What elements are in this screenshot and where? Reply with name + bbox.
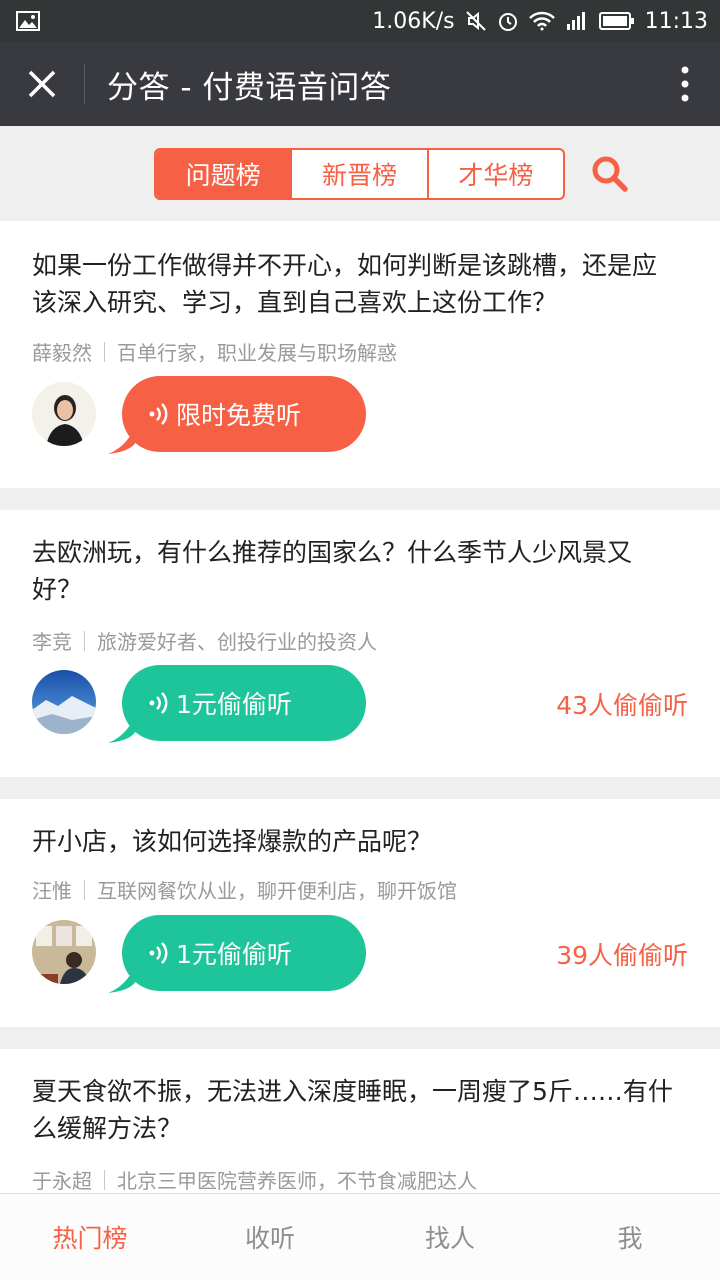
answerer-description: 互联网餐饮从业，聊开便利店，聊开饭馆 <box>97 879 457 903</box>
question-title[interactable]: 去欧洲玩，有什么推荐的国家么？什么季节人少风景又好？ <box>32 534 680 608</box>
page-title: 分答 - 付费语音问答 <box>107 69 392 106</box>
voice-wave-icon <box>148 691 172 715</box>
listen-button[interactable]: 限时免费听 <box>108 376 366 454</box>
status-bar: 1.06K/s 11:13 <box>0 0 720 42</box>
close-button[interactable] <box>0 42 84 126</box>
nav-find-people[interactable]: 找人 <box>360 1194 540 1280</box>
listen-button-label: 限时免费听 <box>176 401 302 430</box>
listener-count: 39人偷偷听 <box>556 941 688 970</box>
wifi-icon <box>528 11 555 31</box>
search-button[interactable] <box>590 154 634 198</box>
nav-listen[interactable]: 收听 <box>180 1194 360 1280</box>
meta-divider <box>104 1169 105 1190</box>
listen-button-label: 1元偷偷听 <box>176 940 292 969</box>
listen-button-label: 1元偷偷听 <box>176 690 292 719</box>
more-vertical-icon <box>681 66 689 102</box>
question-card[interactable]: 开小店，该如何选择爆款的产品呢？ 汪惟 互联网餐饮从业，聊开便利店，聊开饭馆 1… <box>0 799 720 1027</box>
question-card[interactable]: 去欧洲玩，有什么推荐的国家么？什么季节人少风景又好？ 李竞 旅游爱好者、创投行业… <box>0 510 720 777</box>
nav-me[interactable]: 我 <box>540 1194 720 1280</box>
listener-count: 43人偷偷听 <box>556 691 688 720</box>
answerer-info: 李竞 旅游爱好者、创投行业的投资人 <box>32 626 377 655</box>
answerer-info: 于永超 北京三甲医院营养医师，不节食减肥达人 <box>32 1165 477 1193</box>
ranking-tabs: 问题榜 新晋榜 才华榜 <box>154 148 565 200</box>
answerer-description: 百单行家，职业发展与职场解惑 <box>117 341 397 365</box>
network-speed: 1.06K/s <box>372 8 455 34</box>
answerer-name: 汪惟 <box>32 879 72 903</box>
answerer-description: 旅游爱好者、创投行业的投资人 <box>97 630 377 654</box>
more-menu-button[interactable] <box>650 42 720 126</box>
clock: 11:13 <box>644 8 708 34</box>
battery-icon <box>598 11 635 31</box>
answerer-info: 薛毅然 百单行家，职业发展与职场解惑 <box>32 337 397 366</box>
answerer-info: 汪惟 互联网餐饮从业，聊开便利店，聊开饭馆 <box>32 875 457 904</box>
question-title[interactable]: 夏天食欲不振，无法进入深度睡眠，一周瘦了5斤……有什么缓解方法？ <box>32 1073 680 1147</box>
tab-question-ranking[interactable]: 问题榜 <box>156 150 291 198</box>
close-icon <box>28 70 56 98</box>
meta-divider <box>104 341 105 362</box>
answerer-name: 于永超 <box>32 1169 92 1193</box>
tab-newcomer-ranking[interactable]: 新晋榜 <box>290 150 426 198</box>
mute-icon <box>465 10 487 32</box>
avatar[interactable] <box>32 670 96 734</box>
tab-talent-ranking[interactable]: 才华榜 <box>426 150 563 198</box>
question-card[interactable]: 如果一份工作做得并不开心，如何判断是该跳槽，还是应该深入研究、学习，直到自己喜欢… <box>0 221 720 488</box>
nav-hot-ranking[interactable]: 热门榜 <box>0 1194 180 1280</box>
search-icon <box>592 156 628 192</box>
bottom-nav: 热门榜 收听 找人 我 <box>0 1193 720 1280</box>
answerer-name: 李竞 <box>32 630 72 654</box>
app-bar: 分答 - 付费语音问答 <box>0 42 720 126</box>
alarm-icon <box>497 10 519 32</box>
listen-button[interactable]: 1元偷偷听 <box>108 915 366 993</box>
meta-divider <box>84 879 85 900</box>
listen-button[interactable]: 1元偷偷听 <box>108 665 366 743</box>
answerer-name: 薛毅然 <box>32 341 92 365</box>
avatar[interactable] <box>32 382 96 446</box>
voice-wave-icon <box>148 941 172 965</box>
question-title[interactable]: 如果一份工作做得并不开心，如何判断是该跳槽，还是应该深入研究、学习，直到自己喜欢… <box>32 247 680 321</box>
voice-wave-icon <box>148 402 172 426</box>
avatar[interactable] <box>32 920 96 984</box>
meta-divider <box>84 630 85 651</box>
question-card[interactable]: 夏天食欲不振，无法进入深度睡眠，一周瘦了5斤……有什么缓解方法？ 于永超 北京三… <box>0 1049 720 1193</box>
image-notification-icon <box>16 11 40 31</box>
ranking-tabs-bar: 问题榜 新晋榜 才华榜 <box>0 126 720 220</box>
answerer-description: 北京三甲医院营养医师，不节食减肥达人 <box>117 1169 477 1193</box>
question-title[interactable]: 开小店，该如何选择爆款的产品呢？ <box>32 823 680 860</box>
signal-icon <box>565 11 589 31</box>
